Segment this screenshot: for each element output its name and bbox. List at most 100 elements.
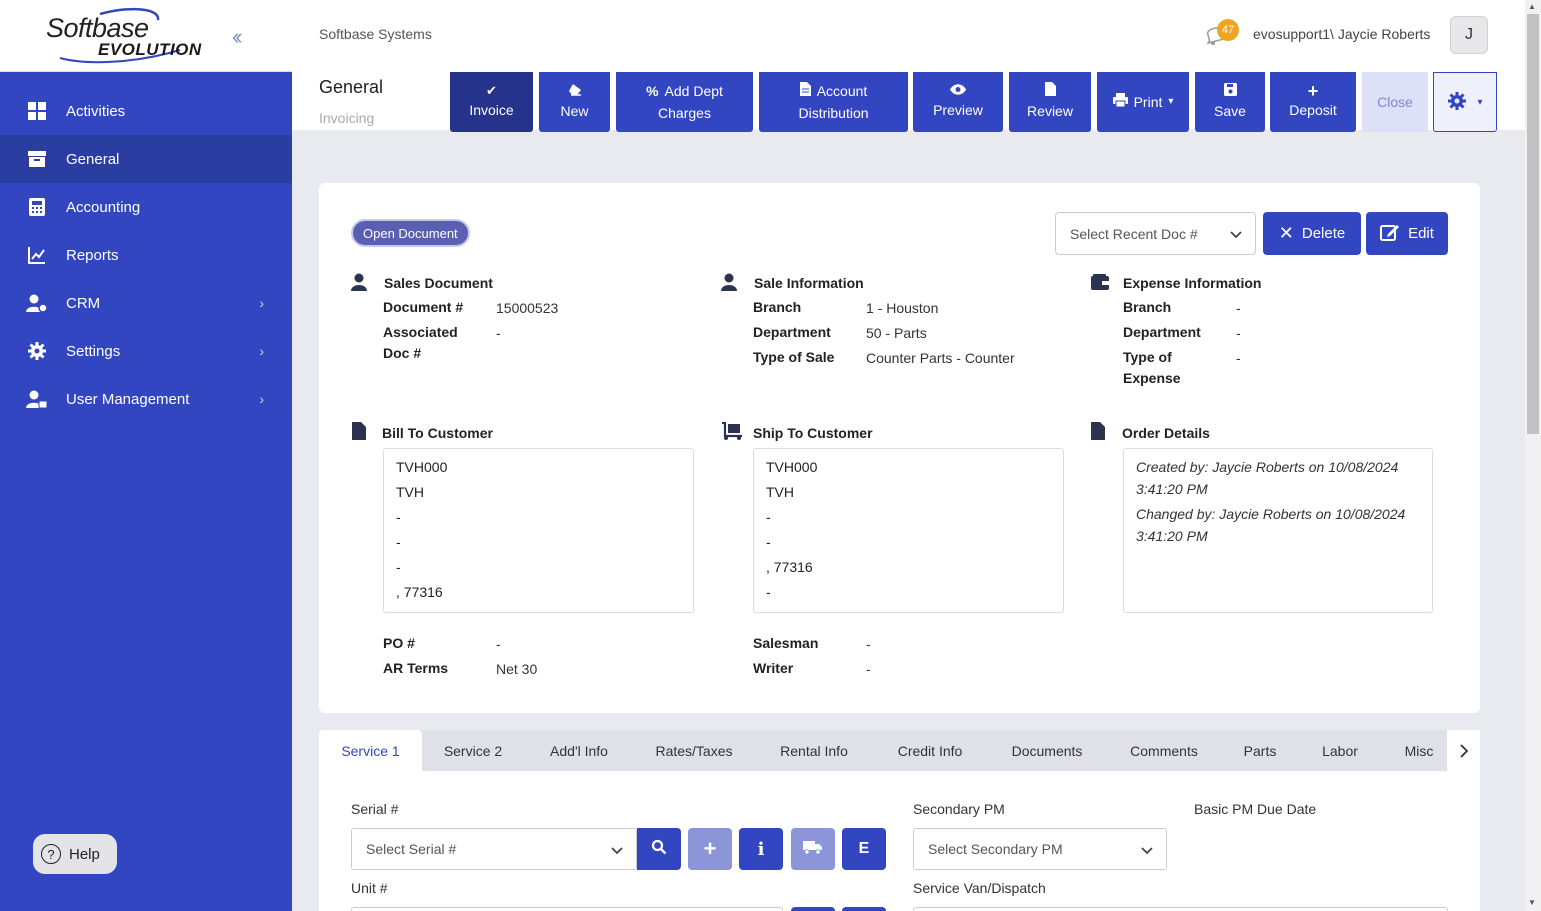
tab-misc[interactable]: Misc [1392,730,1446,771]
changed-by-text: Changed by: Jaycie Roberts on 10/08/2024 [1136,506,1406,522]
chevron-right-icon: › [259,391,264,407]
logo-bottom-text: EVOLUTION [98,40,202,59]
ship-to-customer-title: Ship To Customer [753,425,873,441]
serial-info-button[interactable]: i [739,828,783,870]
notification-badge[interactable]: 47 [1217,19,1239,41]
secondary-pm-label: Secondary PM [913,801,1005,817]
tab-service-2[interactable]: Service 2 [430,730,516,771]
serial-select[interactable]: Select Serial # [351,828,637,870]
changed-time-text: 3:41:20 PM [1136,528,1208,544]
sidebar-item-general[interactable]: General [0,135,292,183]
question-icon: ? [41,844,61,864]
new-label: New [560,102,589,119]
recent-doc-placeholder: Select Recent Doc # [1070,225,1198,242]
print-button[interactable]: Print ▾ [1097,72,1189,132]
scroll-down-arrow-icon[interactable]: ▼ [1528,898,1536,907]
unit-button-2[interactable] [842,907,886,911]
delete-label: Delete [1301,225,1346,242]
edit-button[interactable]: Edit [1366,212,1448,255]
x-icon: ✕ [1278,223,1294,243]
search-icon [651,839,667,860]
bill-to-customer-title: Bill To Customer [382,425,493,441]
sidebar-item-label: Accounting [66,198,141,216]
review-button[interactable]: Review [1009,72,1091,132]
file-icon [352,422,366,440]
new-button[interactable]: New [539,72,610,132]
type-of-expense-label-1: Type of [1123,349,1172,365]
order-details-title: Order Details [1122,425,1210,441]
sidebar-item-activities[interactable]: Activities [0,87,292,135]
created-time-text: 3:41:20 PM [1136,481,1208,497]
search-serial-button[interactable] [637,828,681,870]
ship-to-line: TVH000 [766,458,818,475]
chevron-right-icon: › [259,295,264,311]
page-subtitle: Invoicing [319,110,375,126]
serial-truck-button[interactable] [791,828,835,870]
pen-square-icon [1380,223,1400,245]
sidebar-item-accounting[interactable]: Accounting [0,183,292,231]
save-button[interactable]: Save [1195,72,1265,132]
tab-service-1[interactable]: Service 1 [319,730,422,771]
tab-parts[interactable]: Parts [1232,730,1288,771]
logo[interactable]: Softbase EVOLUTION [46,14,202,58]
service-van-select[interactable] [913,907,1448,911]
associated-doc-value: - [496,325,501,341]
deposit-button[interactable]: + Deposit [1270,72,1356,132]
sidebar-item-settings[interactable]: Settings › [0,327,292,375]
service-van-dispatch-label: Service Van/Dispatch [913,880,1046,896]
scroll-up-arrow-icon[interactable]: ▲ [1528,2,1536,11]
unit-select[interactable] [351,907,783,911]
collapse-sidebar-icon[interactable]: ‹‹ [232,24,242,50]
department-label: Department [753,324,831,340]
sidebar-item-user-management[interactable]: User Management › [0,375,292,423]
tab-rates-taxes[interactable]: Rates/Taxes [644,730,744,771]
ship-to-address: TVH000 TVH - - , 77316 - [753,448,1064,613]
file-icon [1044,82,1056,100]
chevron-down-icon [1230,231,1242,239]
add-serial-button[interactable]: + [688,828,732,870]
tab-documents[interactable]: Documents [998,730,1096,771]
tab-credit-info[interactable]: Credit Info [884,730,976,771]
file-invoice-icon [799,80,811,102]
close-button[interactable]: Close [1362,72,1428,132]
tab-comments[interactable]: Comments [1118,730,1210,771]
tab-labor[interactable]: Labor [1310,730,1370,771]
sidebar-item-crm[interactable]: CRM › [0,279,292,327]
serial-e-button[interactable]: E [842,828,886,870]
ship-to-line: TVH [766,483,794,500]
info-icon: i [757,838,765,860]
user-gear-icon [26,292,48,314]
company-name: Softbase Systems [319,26,432,42]
check-icon: ✔ [486,83,497,98]
settings-dropdown-button[interactable]: ▾ [1433,72,1497,132]
bill-to-address: TVH000 TVH - - - , 77316 [383,448,694,613]
scrollbar-thumb[interactable] [1527,14,1539,434]
type-of-expense-value: - [1236,350,1241,366]
tab-scroll-right-icon[interactable] [1446,730,1480,771]
dolly-icon [722,422,742,440]
page-title: General [319,77,384,97]
user-name[interactable]: evosupport1\ Jaycie Roberts [1253,26,1430,42]
unit-label: Unit # [351,880,388,896]
tab-rental-info[interactable]: Rental Info [766,730,862,771]
truck-icon [803,839,823,860]
preview-button[interactable]: Preview [913,72,1003,132]
preview-label: Preview [933,102,983,118]
help-button[interactable]: ? Help [33,834,117,874]
unit-button-1[interactable] [791,907,835,911]
sidebar-item-reports[interactable]: Reports [0,231,292,279]
wallet-icon [1091,274,1109,290]
add-dept-charges-button[interactable]: % Add Dept Charges [616,72,753,132]
delete-button[interactable]: ✕ Delete [1263,212,1361,255]
tab-addl-info[interactable]: Add'l Info [536,730,622,771]
user-icon [351,273,367,291]
ar-terms-value: Net 30 [496,661,538,677]
secondary-pm-select[interactable]: Select Secondary PM [913,828,1167,870]
ship-to-line: - [766,583,771,600]
account-distribution-button[interactable]: Account Distribution [759,72,908,132]
invoice-button[interactable]: ✔ Invoice [450,72,533,132]
associated-doc-label-1: Associated [383,324,458,340]
recent-doc-select[interactable]: Select Recent Doc # [1055,212,1256,255]
avatar[interactable]: J [1450,16,1488,54]
bill-to-line: TVH [396,483,424,500]
